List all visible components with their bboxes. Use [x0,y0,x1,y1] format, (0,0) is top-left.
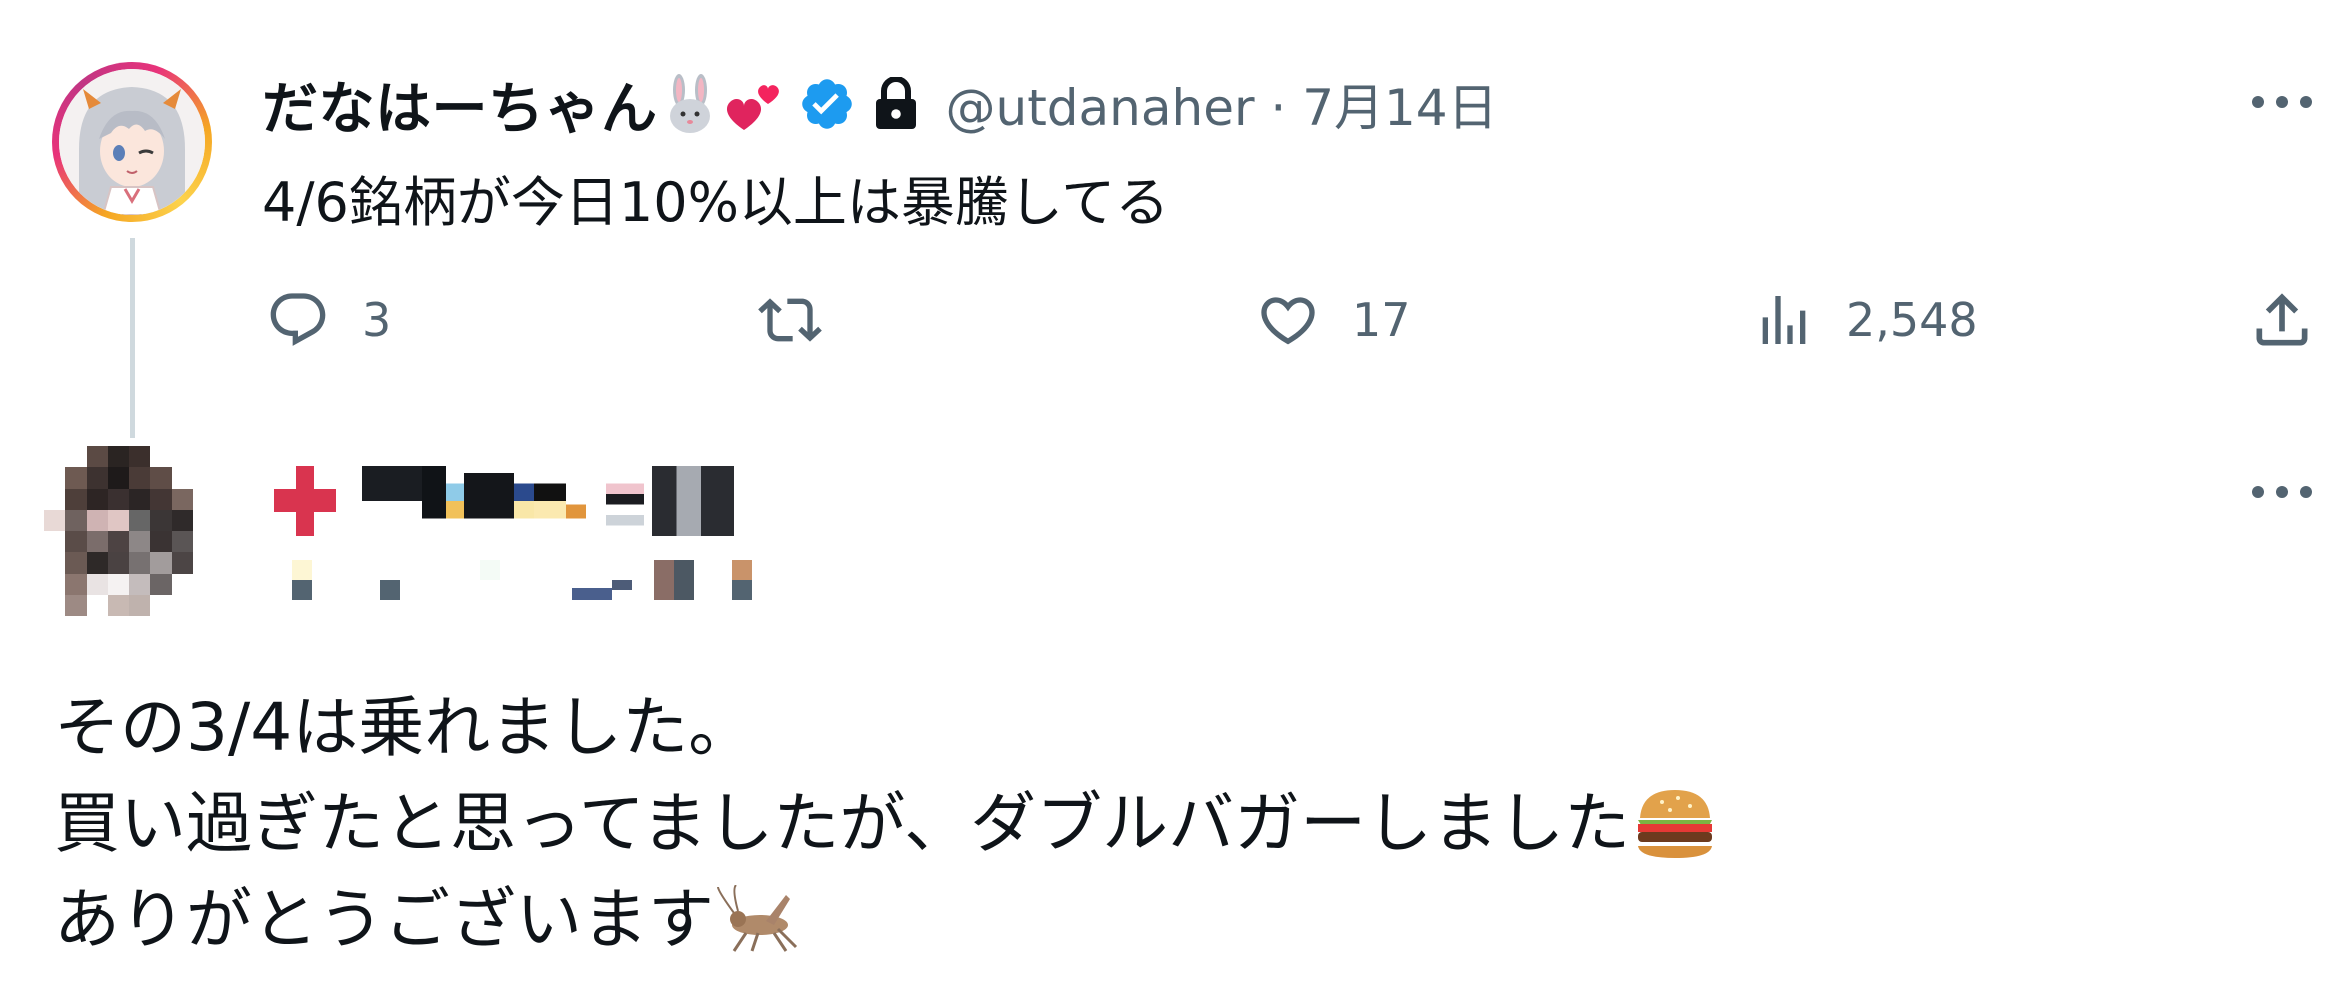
verified-badge-icon[interactable] [798,75,856,133]
lock-icon [874,77,918,131]
reply-line-1-text: その3/4は乗れました。 [54,689,755,766]
thread-connector-line [130,238,135,438]
reply-line-2: 買い過ぎたと思ってましたが、ダブルバガーしました [54,776,1716,872]
reply-author-name-pixelated[interactable] [274,466,734,536]
views-chart-icon [1762,296,1806,344]
reply-author-handle-pixelated [292,560,752,600]
reply-author-avatar-pixelated[interactable] [44,446,214,616]
reply-line-1: その3/4は乗れました。 [54,680,1716,776]
view-count: 2,548 [1846,293,1978,347]
like-button[interactable]: 17 [1254,288,1411,352]
more-options-button[interactable] [2252,92,2312,112]
reply-text: その3/4は乗れました。 買い過ぎたと思ってましたが、ダブルバガーしました あり… [54,680,1716,968]
heart-icon [1261,297,1315,345]
like-count: 17 [1352,293,1411,347]
share-icon [2256,293,2308,346]
dot-icon [2252,96,2264,108]
dot-icon [2300,486,2312,498]
reply-count: 3 [362,293,392,347]
retweet-icon [758,298,822,342]
reply-icon [270,293,326,346]
author-display-name[interactable]: だなはーちゃん [262,64,658,145]
dot-icon [2276,96,2288,108]
reply-line-3-text: ありがとうございます [54,881,714,958]
author-handle-and-time[interactable]: @utdanaher · 7月14日 [946,68,1498,140]
views-button[interactable]: 2,548 [1752,288,1978,352]
share-button[interactable] [2248,286,2316,354]
dot-icon [2300,96,2312,108]
tweet-header: だなはーちゃん @utdanaher · 7月14日 [262,64,1498,144]
rabbit-emoji [664,74,716,134]
reply-more-options-button[interactable] [2252,482,2312,502]
hamburger-emoji [1634,784,1716,864]
cricket-emoji [716,885,798,955]
reply-button[interactable]: 3 [264,288,391,352]
reply-line-2-text: 買い過ぎたと思ってましたが、ダブルバガーしました [54,785,1631,862]
dot-icon [2252,486,2264,498]
avatar-image [59,69,205,215]
tweet-text: 4/6銘柄が今日10%以上は暴騰してる [262,171,1170,234]
author-avatar[interactable] [52,62,212,222]
reply-line-3: ありがとうございます [54,872,1716,968]
two-hearts-emoji [722,74,786,134]
dot-icon [2276,486,2288,498]
retweet-button[interactable] [756,288,854,352]
